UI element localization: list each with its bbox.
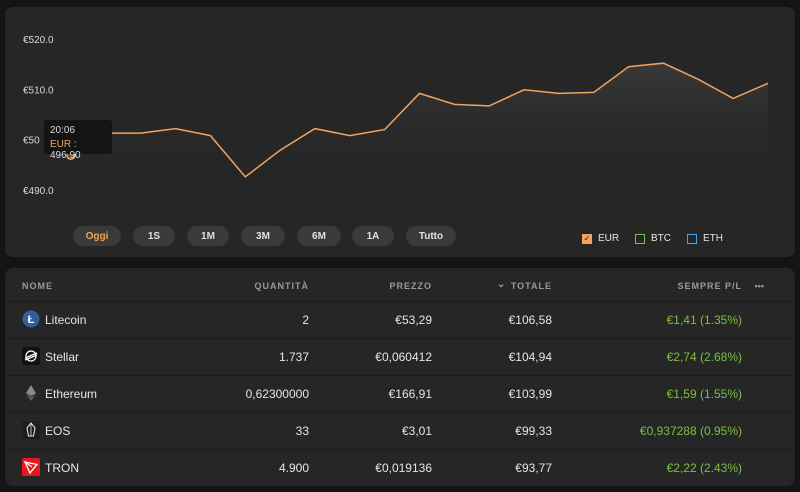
coin-price: €0,019136 (375, 461, 432, 475)
coin-name: Ethereum (45, 387, 98, 401)
coin-name: EOS (45, 424, 71, 438)
coin-total: €106,58 (508, 313, 552, 327)
coin-total: €104,94 (508, 350, 552, 364)
coin-quantity: 4.900 (278, 461, 309, 475)
range-6m-button[interactable]: 6M (297, 226, 341, 246)
range-3m-button[interactable]: 3M (241, 226, 285, 246)
range-1m-button[interactable]: 1M (187, 226, 229, 246)
legend-eth-label: ETH (703, 233, 723, 244)
more-options-icon[interactable]: ••• (755, 281, 764, 291)
header-name[interactable]: NOME (22, 281, 53, 291)
y-tick-label: €490.0 (23, 186, 54, 197)
legend-btc[interactable]: BTC (635, 233, 671, 244)
range-1w-button[interactable]: 1S (133, 226, 175, 246)
coin-price: €3,01 (401, 424, 432, 438)
legend-eur[interactable]: ✓ EUR (582, 233, 619, 244)
legend-eth[interactable]: ETH (687, 233, 723, 244)
table-header: NOME QUANTITÀ PREZZO ⌄ TOTALE SEMPRE P/L… (5, 268, 795, 302)
table-row[interactable]: Ethereum 0,62300000 €166,91 €103,99 €1,5… (5, 375, 795, 412)
chart-tooltip: 20:06 EUR : 496,90 (44, 120, 112, 161)
tron-icon (22, 458, 40, 476)
coin-pl: €1,41 (1.35%) (666, 313, 742, 327)
coin-quantity: 0,62300000 (245, 387, 309, 401)
range-today-button[interactable]: Oggi (73, 226, 121, 246)
coin-total: €93,77 (515, 461, 552, 475)
tooltip-time: 20:06 (50, 125, 76, 136)
eth-checkbox-icon[interactable] (687, 233, 697, 244)
coin-total: €103,99 (508, 387, 552, 401)
chart-area-fill (71, 63, 768, 178)
table-row[interactable]: Stellar 1.737 €0,060412 €104,94 €2,74 (2… (5, 338, 795, 375)
coin-price: €0,060412 (375, 350, 432, 364)
eur-checkbox-icon[interactable]: ✓ (582, 233, 592, 244)
range-1y-button[interactable]: 1A (352, 226, 394, 246)
coin-pl: €2,74 (2.68%) (666, 350, 742, 364)
holdings-table: NOME QUANTITÀ PREZZO ⌄ TOTALE SEMPRE P/L… (5, 268, 795, 486)
header-pl[interactable]: SEMPRE P/L (677, 281, 742, 291)
coin-pl: €0,937288 (0.95%) (639, 424, 742, 438)
coin-quantity: 2 (302, 313, 309, 327)
table-row[interactable]: EOS 33 €3,01 €99,33 €0,937288 (0.95%) (5, 412, 795, 449)
header-quantity[interactable]: QUANTITÀ (255, 281, 310, 291)
coin-name: TRON (45, 461, 79, 475)
y-tick-label: €520.0 (23, 35, 54, 46)
svg-text:Ł: Ł (28, 314, 35, 326)
header-price[interactable]: PREZZO (389, 281, 432, 291)
coin-name: Stellar (45, 350, 80, 364)
tooltip-currency: EUR (50, 139, 72, 150)
coin-pl: €2,22 (2.43%) (666, 461, 742, 475)
tooltip-value: 496,90 (50, 150, 81, 161)
table-row[interactable]: Ł Litecoin 2 €53,29 €106,58 €1,41 (1.35%… (5, 301, 795, 338)
tooltip-value-line: EUR : 496,90 (50, 139, 106, 161)
y-tick-label: €510.0 (23, 85, 54, 96)
coin-pl: €1,59 (1.55%) (666, 387, 742, 401)
coin-price: €53,29 (395, 313, 432, 327)
coin-total: €99,33 (515, 424, 552, 438)
sort-chevron-icon[interactable]: ⌄ (497, 279, 506, 290)
litecoin-icon: Ł (22, 310, 40, 328)
btc-checkbox-icon[interactable] (635, 233, 645, 244)
table-row[interactable]: TRON 4.900 €0,019136 €93,77 €2,22 (2.43%… (5, 449, 795, 486)
y-tick-label: €50 (23, 136, 40, 147)
eos-icon (22, 421, 40, 439)
tooltip-separator: : (71, 139, 77, 150)
coin-price: €166,91 (388, 387, 432, 401)
stellar-icon (22, 347, 40, 365)
price-chart: €520.0 €510.0 €50 €490.0 (23, 35, 769, 197)
price-chart-card: €520.0 €510.0 €50 €490.0 20:06 EUR : 496,90… (5, 7, 795, 257)
coin-name: Litecoin (45, 313, 87, 327)
coin-quantity: 1.737 (278, 350, 309, 364)
header-total[interactable]: TOTALE (511, 281, 552, 291)
range-all-button[interactable]: Tutto (406, 226, 456, 246)
coin-quantity: 33 (295, 424, 309, 438)
ethereum-icon (22, 384, 40, 402)
legend-btc-label: BTC (651, 233, 671, 244)
legend-eur-label: EUR (598, 233, 620, 244)
